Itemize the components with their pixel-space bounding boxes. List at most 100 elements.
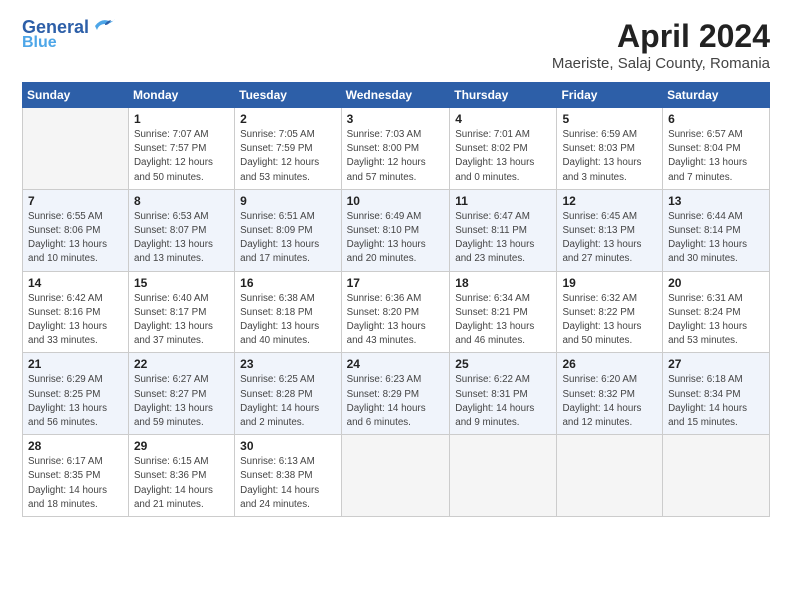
day-detail: Sunrise: 7:01 AM Sunset: 8:02 PM Dayligh… [455, 128, 551, 185]
calendar-week-row: 7 Sunrise: 6:55 AM Sunset: 8:06 PM Daylig… [23, 189, 770, 271]
day-number: 12 [562, 194, 657, 208]
col-header-sunday: Sunday [23, 83, 129, 108]
day-number: 10 [347, 194, 445, 208]
calendar-cell: 25Sunrise: 6:22 AM Sunset: 8:31 PM Dayli… [450, 353, 557, 435]
day-detail: Sunrise: 6:51 AM Sunset: 8:09 PM Dayligh… [240, 210, 335, 267]
calendar-cell [557, 435, 663, 517]
calendar-cell [23, 108, 129, 190]
calendar-cell: 3 Sunrise: 7:03 AM Sunset: 8:00 PM Daylig… [341, 108, 450, 190]
day-number: 7 [28, 194, 123, 208]
day-number: 16 [240, 276, 335, 290]
day-number: 3 [347, 112, 445, 126]
day-detail: Sunrise: 6:47 AM Sunset: 8:11 PM Dayligh… [455, 210, 551, 267]
calendar-cell [341, 435, 450, 517]
calendar-cell: 12 Sunrise: 6:45 AM Sunset: 8:13 PM Dayli… [557, 189, 663, 271]
day-detail: Sunrise: 6:34 AM Sunset: 8:21 PM Dayligh… [455, 292, 551, 349]
calendar-cell: 2 Sunrise: 7:05 AM Sunset: 7:59 PM Daylig… [235, 108, 341, 190]
day-number: 29 [134, 439, 229, 453]
col-header-saturday: Saturday [663, 83, 770, 108]
calendar-week-row: 1 Sunrise: 7:07 AM Sunset: 7:57 PM Daylig… [23, 108, 770, 190]
calendar-cell: 14 Sunrise: 6:42 AM Sunset: 8:16 PM Dayli… [23, 271, 129, 353]
calendar-cell: 13Sunrise: 6:44 AM Sunset: 8:14 PM Dayli… [663, 189, 770, 271]
day-detail: Sunrise: 6:42 AM Sunset: 8:16 PM Dayligh… [28, 292, 123, 349]
col-header-wednesday: Wednesday [341, 83, 450, 108]
calendar-cell: 6 Sunrise: 6:57 AM Sunset: 8:04 PM Daylig… [663, 108, 770, 190]
calendar-cell [450, 435, 557, 517]
day-number: 9 [240, 194, 335, 208]
day-detail: Sunrise: 6:40 AM Sunset: 8:17 PM Dayligh… [134, 292, 229, 349]
day-number: 26 [562, 357, 657, 371]
calendar-cell: 16 Sunrise: 6:38 AM Sunset: 8:18 PM Dayli… [235, 271, 341, 353]
day-detail: Sunrise: 6:55 AM Sunset: 8:06 PM Dayligh… [28, 210, 123, 267]
calendar-cell: 8 Sunrise: 6:53 AM Sunset: 8:07 PM Daylig… [128, 189, 234, 271]
page: General Blue April 2024 Maeriste, Salaj … [0, 0, 792, 612]
day-number: 28 [28, 439, 123, 453]
day-number: 15 [134, 276, 229, 290]
calendar-cell: 19Sunrise: 6:32 AM Sunset: 8:22 PM Dayli… [557, 271, 663, 353]
calendar-cell: 24 Sunrise: 6:23 AM Sunset: 8:29 PM Dayli… [341, 353, 450, 435]
main-title: April 2024 [552, 18, 770, 55]
calendar-cell: 21Sunrise: 6:29 AM Sunset: 8:25 PM Dayli… [23, 353, 129, 435]
day-number: 8 [134, 194, 229, 208]
calendar-cell: 11 Sunrise: 6:47 AM Sunset: 8:11 PM Dayli… [450, 189, 557, 271]
day-detail: Sunrise: 6:15 AM Sunset: 8:36 PM Dayligh… [134, 455, 229, 512]
calendar-week-row: 28 Sunrise: 6:17 AM Sunset: 8:35 PM Dayli… [23, 435, 770, 517]
day-detail: Sunrise: 6:29 AM Sunset: 8:25 PM Dayligh… [28, 373, 123, 430]
day-detail: Sunrise: 6:38 AM Sunset: 8:18 PM Dayligh… [240, 292, 335, 349]
day-number: 4 [455, 112, 551, 126]
calendar-header-row: SundayMondayTuesdayWednesdayThursdayFrid… [23, 83, 770, 108]
calendar-cell: 10Sunrise: 6:49 AM Sunset: 8:10 PM Dayli… [341, 189, 450, 271]
day-number: 2 [240, 112, 335, 126]
day-detail: Sunrise: 7:07 AM Sunset: 7:57 PM Dayligh… [134, 128, 229, 185]
day-number: 25 [455, 357, 551, 371]
day-number: 20 [668, 276, 764, 290]
subtitle: Maeriste, Salaj County, Romania [552, 55, 770, 72]
day-detail: Sunrise: 6:57 AM Sunset: 8:04 PM Dayligh… [668, 128, 764, 185]
day-detail: Sunrise: 7:05 AM Sunset: 7:59 PM Dayligh… [240, 128, 335, 185]
calendar-cell: 26 Sunrise: 6:20 AM Sunset: 8:32 PM Dayli… [557, 353, 663, 435]
calendar-cell: 7 Sunrise: 6:55 AM Sunset: 8:06 PM Daylig… [23, 189, 129, 271]
day-detail: Sunrise: 6:53 AM Sunset: 8:07 PM Dayligh… [134, 210, 229, 267]
col-header-monday: Monday [128, 83, 234, 108]
day-number: 17 [347, 276, 445, 290]
header: General Blue April 2024 Maeriste, Salaj … [22, 18, 770, 72]
logo: General Blue [22, 18, 117, 51]
day-detail: Sunrise: 6:44 AM Sunset: 8:14 PM Dayligh… [668, 210, 764, 267]
day-detail: Sunrise: 6:27 AM Sunset: 8:27 PM Dayligh… [134, 373, 229, 430]
day-number: 27 [668, 357, 764, 371]
day-number: 19 [562, 276, 657, 290]
day-detail: Sunrise: 6:31 AM Sunset: 8:24 PM Dayligh… [668, 292, 764, 349]
day-number: 1 [134, 112, 229, 126]
day-number: 11 [455, 194, 551, 208]
day-detail: Sunrise: 6:17 AM Sunset: 8:35 PM Dayligh… [28, 455, 123, 512]
day-number: 14 [28, 276, 123, 290]
calendar-cell: 15 Sunrise: 6:40 AM Sunset: 8:17 PM Dayli… [128, 271, 234, 353]
calendar-cell: 4 Sunrise: 7:01 AM Sunset: 8:02 PM Daylig… [450, 108, 557, 190]
day-detail: Sunrise: 7:03 AM Sunset: 8:00 PM Dayligh… [347, 128, 445, 185]
day-detail: Sunrise: 6:23 AM Sunset: 8:29 PM Dayligh… [347, 373, 445, 430]
calendar-cell: 17 Sunrise: 6:36 AM Sunset: 8:20 PM Dayli… [341, 271, 450, 353]
logo-blue: Blue [22, 34, 57, 52]
day-detail: Sunrise: 6:13 AM Sunset: 8:38 PM Dayligh… [240, 455, 335, 512]
col-header-thursday: Thursday [450, 83, 557, 108]
day-number: 30 [240, 439, 335, 453]
day-number: 22 [134, 357, 229, 371]
day-detail: Sunrise: 6:25 AM Sunset: 8:28 PM Dayligh… [240, 373, 335, 430]
day-detail: Sunrise: 6:36 AM Sunset: 8:20 PM Dayligh… [347, 292, 445, 349]
day-detail: Sunrise: 6:20 AM Sunset: 8:32 PM Dayligh… [562, 373, 657, 430]
calendar-cell: 23Sunrise: 6:25 AM Sunset: 8:28 PM Dayli… [235, 353, 341, 435]
calendar-cell: 28 Sunrise: 6:17 AM Sunset: 8:35 PM Dayli… [23, 435, 129, 517]
calendar-cell: 29 Sunrise: 6:15 AM Sunset: 8:36 PM Dayli… [128, 435, 234, 517]
day-detail: Sunrise: 6:59 AM Sunset: 8:03 PM Dayligh… [562, 128, 657, 185]
col-header-tuesday: Tuesday [235, 83, 341, 108]
calendar-cell: 1 Sunrise: 7:07 AM Sunset: 7:57 PM Daylig… [128, 108, 234, 190]
calendar-cell: 18 Sunrise: 6:34 AM Sunset: 8:21 PM Dayli… [450, 271, 557, 353]
logo-bird-icon [91, 16, 117, 36]
day-number: 24 [347, 357, 445, 371]
calendar-cell: 22 Sunrise: 6:27 AM Sunset: 8:27 PM Dayli… [128, 353, 234, 435]
calendar-cell: 20 Sunrise: 6:31 AM Sunset: 8:24 PM Dayli… [663, 271, 770, 353]
day-number: 6 [668, 112, 764, 126]
day-detail: Sunrise: 6:18 AM Sunset: 8:34 PM Dayligh… [668, 373, 764, 430]
day-detail: Sunrise: 6:45 AM Sunset: 8:13 PM Dayligh… [562, 210, 657, 267]
day-number: 18 [455, 276, 551, 290]
